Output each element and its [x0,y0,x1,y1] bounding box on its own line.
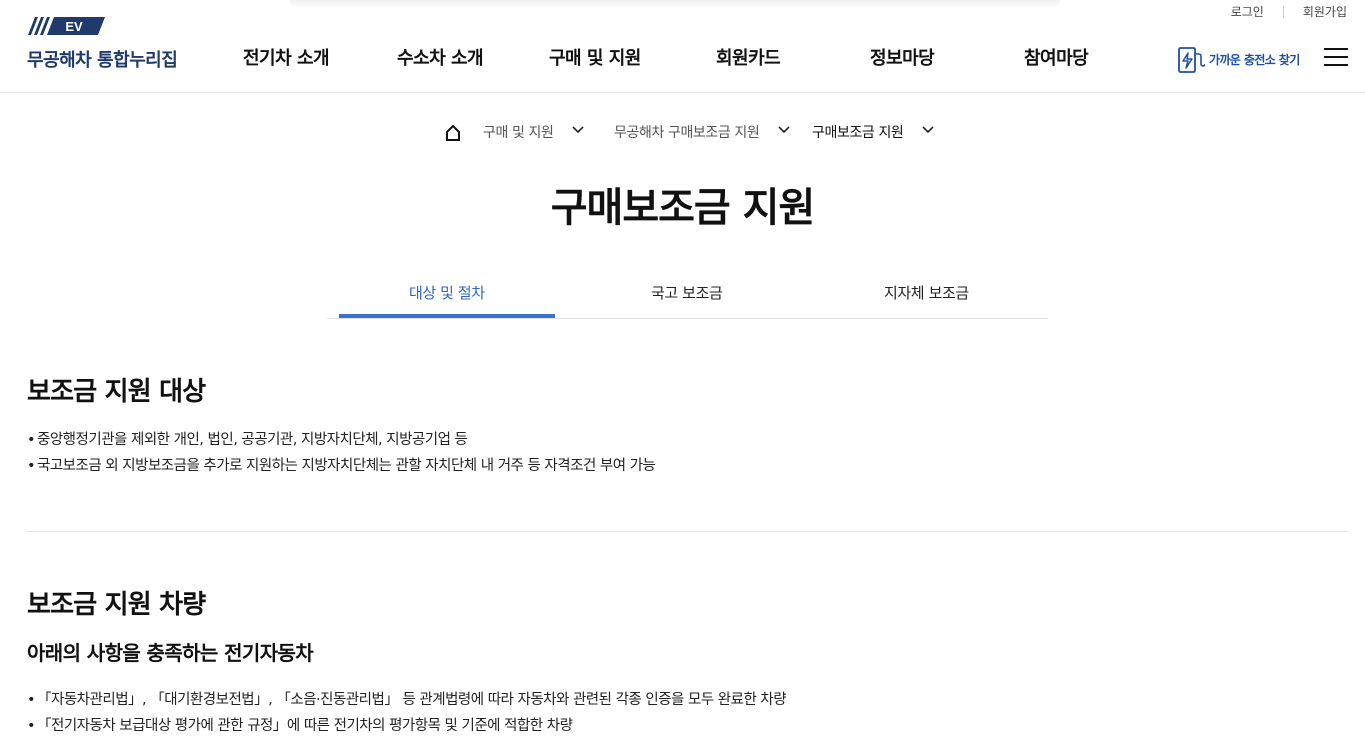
section-title-target: 보조금 지원 대상 [27,377,206,407]
site-logo[interactable]: EV 무공해차 통합누리집 [27,16,178,71]
breadcrumb-item-purchase[interactable]: 구매 및 지원 [483,122,554,142]
nearby-charger-button[interactable]: 가까운 충전소 찾기 [1177,44,1300,74]
nav-item-purchase[interactable]: 구매 및 지원 [549,44,641,70]
tab-target-procedure[interactable]: 대상 및 절차 [409,282,485,303]
list-item: 「자동차관리법」, 「대기환경보전법」, 「소음·진동관리법」 등 관계법령에 … [27,688,787,709]
nav-item-participation[interactable]: 참여마당 [1024,44,1089,70]
active-tab-indicator [339,314,555,318]
utility-links: 로그인 회원가입 [1231,3,1347,20]
util-separator [1282,5,1284,18]
list-item: 국고보조금 외 지방보조금을 추가로 지원하는 지방자치단체는 관할 자치단체 … [27,454,656,475]
nav-item-ev[interactable]: 전기차 소개 [243,44,330,70]
logo-text: 무공해차 통합누리집 [27,50,178,71]
login-link[interactable]: 로그인 [1231,3,1264,20]
page-title: 구매보조금 지원 [550,185,816,231]
logo-mark-text: EV [65,19,83,34]
logo-mark: EV [28,17,105,35]
section-subtitle-vehicle: 아래의 사항을 충족하는 전기자동차 [27,641,314,665]
nav-item-hydrogen[interactable]: 수소차 소개 [397,44,484,70]
breadcrumb-item-subsidy[interactable]: 무공해차 구매보조금 지원 [614,122,760,142]
menu-icon[interactable] [1324,48,1348,66]
section-title-vehicle: 보조금 지원 차량 [27,590,206,620]
list-item: 「전기자동차 보급대상 평가에 관한 규정」에 따른 전기차의 평가항목 및 기… [27,714,573,735]
chevron-down-icon[interactable] [572,126,584,134]
tab-bar: 대상 및 절차 국고 보조금 지자체 보조금 [327,270,1048,319]
tab-local-subsidy[interactable]: 지자체 보조금 [884,282,969,303]
charger-icon [1178,47,1205,73]
nav-item-info[interactable]: 정보마당 [870,44,935,70]
chevron-down-icon[interactable] [778,126,790,134]
header-divider [0,92,1365,93]
section-divider [27,531,1347,532]
breadcrumb-item-current[interactable]: 구매보조금 지원 [812,122,904,142]
top-shadow [290,0,1060,8]
home-icon[interactable] [445,124,461,141]
list-item: 중앙행정기관을 제외한 개인, 법인, 공공기관, 지방자치단체, 지방공기업 … [27,428,468,449]
chevron-down-icon[interactable] [922,126,934,134]
tab-national-subsidy[interactable]: 국고 보조금 [651,282,723,303]
signup-link[interactable]: 회원가입 [1303,3,1347,20]
nav-item-member-card[interactable]: 회원카드 [716,44,781,70]
charger-label: 가까운 충전소 찾기 [1209,52,1300,67]
